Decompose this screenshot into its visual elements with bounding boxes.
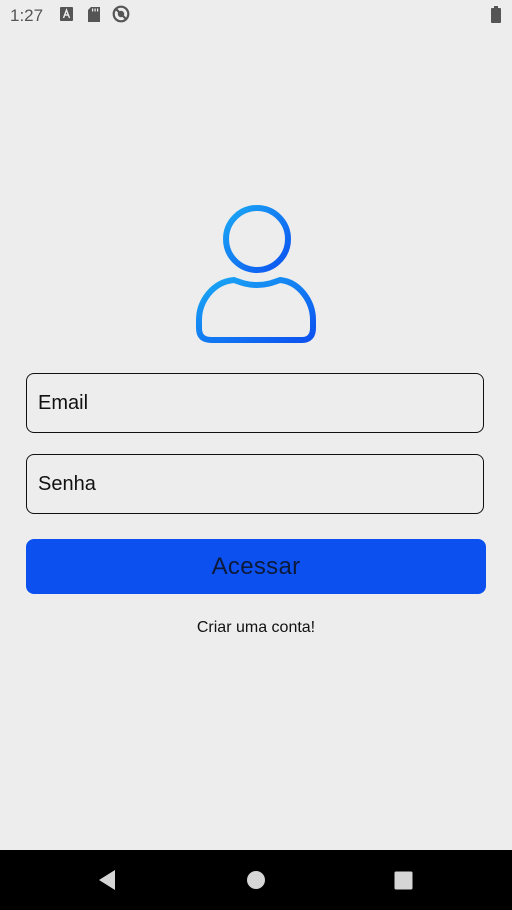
create-account-link[interactable]: Criar uma conta! — [0, 619, 512, 637]
font-a-icon — [60, 7, 73, 26]
navigation-bar — [0, 850, 512, 910]
login-screen: 1:27 Email Acessar Criar uma conta! — [0, 0, 512, 910]
login-button[interactable]: Acessar — [26, 539, 486, 594]
no-sync-icon — [112, 5, 130, 28]
back-icon[interactable] — [77, 850, 137, 910]
recent-apps-icon[interactable] — [373, 850, 433, 910]
status-time: 1:27 — [10, 6, 44, 25]
sd-card-icon — [88, 7, 100, 27]
battery-icon — [491, 6, 501, 28]
password-field-container — [26, 454, 484, 514]
email-field[interactable] — [27, 374, 483, 432]
home-icon[interactable] — [226, 850, 286, 910]
user-icon — [194, 204, 320, 346]
password-field[interactable] — [27, 455, 483, 513]
status-bar: 1:27 — [0, 0, 512, 30]
email-field-container — [26, 373, 484, 433]
